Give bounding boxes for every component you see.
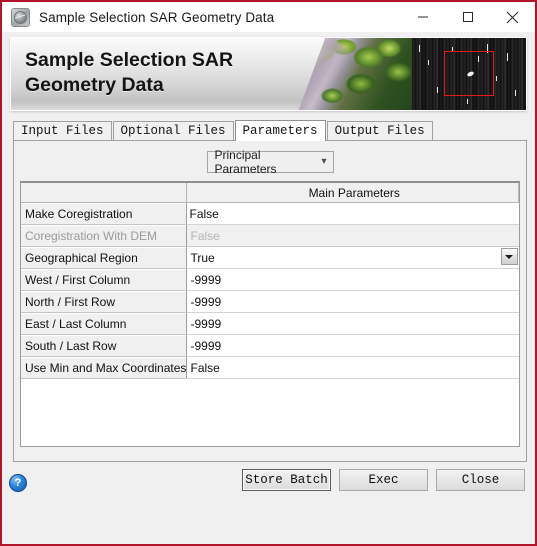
tab-bar: Input Files Optional Files Parameters Ou…	[2, 120, 535, 141]
param-name-make-coregistration: Make Coregistration	[21, 202, 187, 225]
param-value-geographical-region[interactable]: True	[186, 246, 519, 269]
table-header-row: Main Parameters	[21, 183, 519, 203]
parameters-panel: Principal Parameters ▾ Main Parameters M…	[13, 140, 527, 462]
sar-image	[412, 38, 526, 110]
store-batch-button[interactable]: Store Batch	[242, 469, 331, 491]
parameter-set-select[interactable]: Principal Parameters ▾	[206, 148, 334, 176]
param-name-south-last-row: South / Last Row	[21, 334, 187, 357]
param-value-north-first-row[interactable]: -9999	[186, 290, 519, 313]
title-bar: Sample Selection SAR Geometry Data	[2, 2, 535, 32]
param-value-use-min-max-coordinates[interactable]: False	[186, 356, 519, 379]
tab-optional-files[interactable]: Optional Files	[112, 121, 234, 140]
minimize-icon[interactable]	[400, 2, 445, 32]
optical-aerial-image	[298, 38, 412, 110]
param-name-geographical-region: Geographical Region	[21, 246, 187, 269]
table-row: East / Last Column -9999	[21, 312, 519, 335]
application-window: Sample Selection SAR Geometry Data Sampl…	[0, 0, 537, 546]
table-row: Make Coregistration False	[21, 202, 519, 225]
globe-icon	[11, 7, 30, 27]
param-name-west-first-column: West / First Column	[21, 268, 187, 291]
param-name-east-last-column: East / Last Column	[21, 312, 187, 335]
table-row: Use Min and Max Coordinates False	[21, 356, 519, 379]
tab-input-files[interactable]: Input Files	[13, 121, 112, 140]
table-row: Coregistration With DEM False	[21, 224, 519, 247]
table-row: West / First Column -9999	[21, 268, 519, 291]
window-title: Sample Selection SAR Geometry Data	[39, 9, 275, 25]
parameter-set-value: Principal Parameters	[214, 148, 277, 176]
param-value-east-last-column[interactable]: -9999	[186, 312, 519, 335]
close-button[interactable]: Close	[436, 469, 525, 491]
param-name-north-first-row: North / First Row	[21, 290, 187, 313]
help-icon[interactable]: ?	[9, 474, 27, 492]
chevron-down-icon: ▾	[321, 156, 327, 167]
table-row: South / Last Row -9999	[21, 334, 519, 357]
cell-dropdown-arrow-icon[interactable]	[500, 248, 518, 265]
param-value-make-coregistration[interactable]: False	[185, 202, 519, 225]
column-header-name	[21, 183, 187, 203]
table-empty-value-area	[186, 378, 519, 400]
tab-output-files[interactable]: Output Files	[326, 121, 433, 140]
param-value-west-first-column[interactable]: -9999	[186, 268, 519, 291]
banner-title: Sample Selection SAR Geometry Data	[25, 49, 234, 96]
param-name-use-min-max-coordinates: Use Min and Max Coordinates	[21, 356, 187, 379]
param-value-coregistration-with-dem: False	[186, 224, 519, 247]
footer-bar: ? Store Batch Exec Close	[2, 462, 535, 544]
sar-selection-box	[443, 51, 495, 96]
action-buttons: Store Batch Exec Close	[242, 469, 525, 491]
parameters-table: Main Parameters Make Coregistration Fals…	[21, 183, 519, 400]
table-empty-area	[21, 378, 519, 400]
table-row: North / First Row -9999	[21, 290, 519, 313]
banner-area: Sample Selection SAR Geometry Data	[2, 32, 535, 116]
param-value-text: True	[190, 250, 215, 265]
sar-bright-target	[466, 70, 475, 78]
param-name-coregistration-with-dem: Coregistration With DEM	[21, 224, 187, 247]
parameters-table-wrap: Main Parameters Make Coregistration Fals…	[20, 181, 520, 447]
table-empty-key-area	[21, 378, 186, 400]
close-icon[interactable]	[490, 2, 535, 32]
banner-image	[298, 38, 526, 110]
tab-parameters[interactable]: Parameters	[234, 120, 326, 141]
parameter-set-row: Principal Parameters ▾	[14, 141, 526, 176]
maximize-icon[interactable]	[445, 2, 490, 32]
exec-button[interactable]: Exec	[339, 469, 428, 491]
banner: Sample Selection SAR Geometry Data	[10, 37, 527, 111]
window-controls	[400, 2, 535, 32]
table-row: Geographical Region True	[21, 246, 519, 269]
column-header-value: Main Parameters	[186, 183, 519, 203]
param-value-south-last-row[interactable]: -9999	[186, 334, 519, 357]
